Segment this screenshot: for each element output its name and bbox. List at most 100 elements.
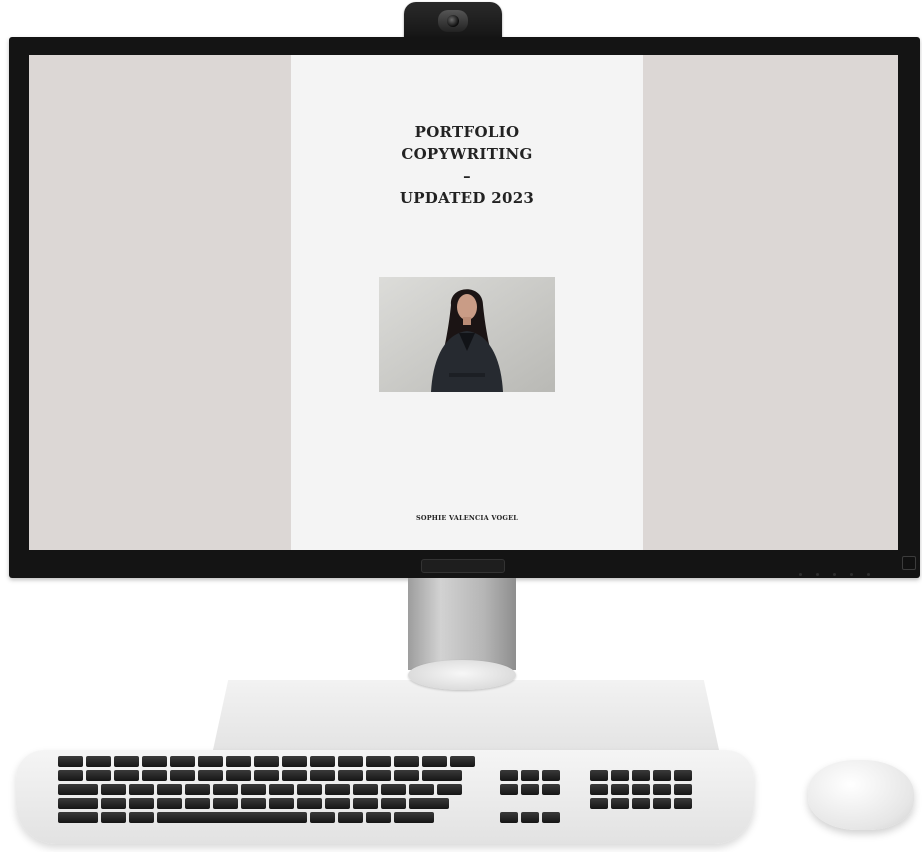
- key: [674, 784, 692, 795]
- key: [226, 756, 251, 767]
- key: [450, 756, 475, 767]
- key: [86, 756, 111, 767]
- title-line-portfolio: PORTFOLIO: [414, 123, 520, 141]
- monitor-stand-neck: [408, 578, 516, 670]
- key: [129, 798, 154, 809]
- monitor: PORTFOLIO COPYWRITING – UPDATED 2023 SOP…: [9, 37, 920, 578]
- key: [157, 798, 182, 809]
- key: [101, 812, 126, 823]
- computer-mouse: [808, 760, 914, 830]
- key: [366, 812, 391, 823]
- key: [500, 812, 518, 823]
- key: [254, 770, 279, 781]
- key: [58, 798, 98, 809]
- key: [632, 770, 650, 781]
- key: [142, 756, 167, 767]
- key: [542, 812, 560, 823]
- key: [590, 784, 608, 795]
- monitor-control-dot: [850, 573, 853, 576]
- key: [282, 770, 307, 781]
- key: [213, 798, 238, 809]
- key: [185, 798, 210, 809]
- key: [114, 756, 139, 767]
- key: [129, 784, 154, 795]
- portrait-woman-illustration: [379, 277, 555, 392]
- key: [653, 770, 671, 781]
- title-line-updated: UPDATED 2023: [399, 189, 535, 207]
- author-name: SOPHIE VALENCIA VOGEL: [415, 514, 519, 522]
- key: [58, 784, 98, 795]
- key: [338, 770, 363, 781]
- document-page: PORTFOLIO COPYWRITING – UPDATED 2023 SOP…: [291, 55, 643, 550]
- key: [325, 798, 350, 809]
- key: [353, 784, 378, 795]
- document-title: PORTFOLIO COPYWRITING – UPDATED 2023: [291, 121, 643, 209]
- key: [58, 812, 98, 823]
- key: [241, 784, 266, 795]
- key: [310, 812, 335, 823]
- key: [521, 770, 539, 781]
- portrait-photo: [379, 277, 555, 392]
- key: [394, 756, 419, 767]
- key: [542, 770, 560, 781]
- key: [297, 784, 322, 795]
- key: [366, 756, 391, 767]
- keyboard-number-row: [58, 770, 462, 781]
- keyboard-home-row: [58, 798, 449, 809]
- key: [521, 812, 539, 823]
- key: [542, 784, 560, 795]
- keyboard-top-letter-row: [58, 784, 462, 795]
- key: [409, 784, 434, 795]
- spacebar: [157, 812, 307, 823]
- key: [338, 812, 363, 823]
- keyboard-arrow-keys: [500, 812, 560, 823]
- keyboard-numpad: [590, 770, 692, 809]
- key: [157, 784, 182, 795]
- key: [198, 770, 223, 781]
- key: [269, 798, 294, 809]
- monitor-screen: PORTFOLIO COPYWRITING – UPDATED 2023 SOP…: [29, 55, 898, 550]
- key: [338, 756, 363, 767]
- desktop-computer-scene: PORTFOLIO COPYWRITING – UPDATED 2023 SOP…: [0, 0, 922, 852]
- key: [310, 756, 335, 767]
- key: [254, 756, 279, 767]
- key: [114, 770, 139, 781]
- key: [282, 756, 307, 767]
- key: [310, 770, 335, 781]
- key: [101, 798, 126, 809]
- monitor-control-dot: [799, 573, 802, 576]
- key: [611, 798, 629, 809]
- title-line-dash: –: [463, 167, 471, 185]
- key: [58, 756, 83, 767]
- key: [611, 770, 629, 781]
- key: [353, 798, 378, 809]
- key: [297, 798, 322, 809]
- key: [58, 770, 83, 781]
- key: [170, 770, 195, 781]
- key: [500, 770, 518, 781]
- key: [381, 784, 406, 795]
- key: [500, 784, 518, 795]
- keyboard-function-row: [58, 756, 475, 767]
- keyboard-navigation-cluster: [500, 770, 560, 795]
- keyboard: [16, 750, 754, 844]
- key: [241, 798, 266, 809]
- key: [394, 812, 434, 823]
- key: [381, 798, 406, 809]
- title-line-copywriting: COPYWRITING: [401, 145, 533, 163]
- webcam-lens: [447, 15, 459, 27]
- key: [185, 784, 210, 795]
- key: [521, 784, 539, 795]
- key: [674, 798, 692, 809]
- key: [213, 784, 238, 795]
- key: [409, 798, 449, 809]
- monitor-stand-base: [213, 680, 719, 750]
- monitor-control-dot: [867, 573, 870, 576]
- key: [632, 798, 650, 809]
- monitor-control-dot: [816, 573, 819, 576]
- key: [269, 784, 294, 795]
- keyboard-bottom-row: [58, 812, 434, 823]
- key: [198, 756, 223, 767]
- key: [653, 784, 671, 795]
- monitor-control-buttons: [799, 561, 889, 576]
